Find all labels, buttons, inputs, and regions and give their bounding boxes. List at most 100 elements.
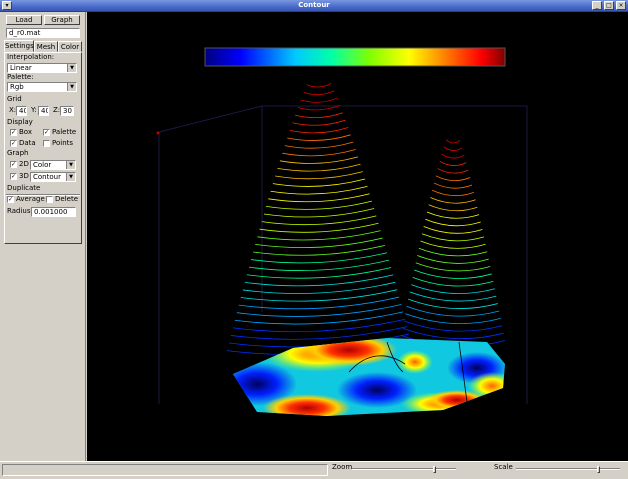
contour-line <box>420 240 486 249</box>
display-data-checkbox[interactable]: ✓ <box>10 140 17 147</box>
contour-line <box>287 134 351 141</box>
radius-label: Radius: <box>7 207 33 215</box>
minimize-button[interactable]: _ <box>592 1 602 10</box>
contour-line <box>426 211 480 219</box>
contour-line <box>425 218 481 227</box>
contour-line <box>414 269 492 279</box>
contour-line <box>439 160 467 166</box>
contour-line <box>234 311 404 325</box>
graph-2d-label: 2D <box>19 160 29 168</box>
status-bar: Zoom Scale <box>0 461 628 479</box>
grid-y-label: Y: <box>31 106 37 114</box>
contour-line <box>238 296 400 310</box>
contour-line <box>445 139 461 144</box>
tab-settings[interactable]: Settings <box>4 40 34 52</box>
contour-line <box>402 327 504 340</box>
graph-3d-checkbox[interactable]: ✓ <box>10 173 17 180</box>
delete-checkbox[interactable] <box>46 196 53 203</box>
contour-line <box>417 255 489 264</box>
scale-slider[interactable] <box>516 466 620 473</box>
contour-line <box>300 97 338 103</box>
zoom-label: Zoom <box>332 463 353 471</box>
grid-x-input[interactable]: 40 <box>16 106 27 116</box>
contour-line <box>437 168 469 174</box>
contour-line <box>421 233 485 242</box>
window-title: Contour <box>298 1 330 9</box>
delete-label: Delete <box>55 195 78 203</box>
graph-3d-mode-select[interactable]: Contour ▼ <box>30 172 76 182</box>
graph-button[interactable]: Graph <box>44 15 80 25</box>
graph-2d-mode-value: Color <box>33 161 52 169</box>
contour-line <box>292 119 346 126</box>
graph-3d-mode-value: Contour <box>33 173 61 181</box>
scale-slider-thumb[interactable] <box>597 466 600 473</box>
graph-2d-checkbox[interactable]: ✓ <box>10 161 17 168</box>
color-map-plane <box>233 338 505 416</box>
tab-mesh[interactable]: Mesh <box>34 41 58 52</box>
contour-line <box>403 320 503 332</box>
contour-line <box>240 289 398 302</box>
contour-line <box>279 156 359 164</box>
display-label: Display <box>7 118 33 126</box>
display-box-label: Box <box>19 128 33 136</box>
contour-line <box>232 318 406 333</box>
contour-line <box>405 313 501 325</box>
zoom-slider-thumb[interactable] <box>433 466 436 473</box>
graph-2d-mode-select[interactable]: Color ▼ <box>30 160 76 170</box>
display-palette-checkbox[interactable]: ✓ <box>43 129 50 136</box>
interpolation-label: Interpolation: <box>7 53 55 61</box>
tab-color[interactable]: Color <box>58 41 82 52</box>
contour-line <box>268 193 370 203</box>
display-data-label: Data <box>19 139 36 147</box>
title-bar[interactable]: ▾ Contour _ □ × <box>0 0 628 12</box>
radius-input[interactable]: 0.001000 <box>31 207 76 217</box>
contour-line <box>277 163 361 172</box>
contour-line <box>441 153 465 159</box>
contour-line <box>415 262 491 272</box>
surface-plot[interactable] <box>87 12 628 461</box>
color-palette-bar <box>204 47 506 67</box>
maximize-button[interactable]: □ <box>604 1 614 10</box>
chevron-down-icon[interactable]: ▼ <box>67 83 76 91</box>
file-name-field[interactable]: d_r0.mat <box>6 28 80 38</box>
chevron-down-icon[interactable]: ▼ <box>66 173 75 181</box>
contour-line <box>289 127 349 134</box>
chevron-down-icon[interactable]: ▼ <box>67 64 76 72</box>
zoom-slider-track <box>352 468 456 470</box>
graph-3d-label: 3D <box>19 172 29 180</box>
contour-line <box>295 112 343 118</box>
average-checkbox[interactable]: ✓ <box>7 196 14 203</box>
contour-line <box>230 326 408 340</box>
interpolation-value: Linear <box>10 64 32 72</box>
grid-y-input[interactable]: 40 <box>38 106 49 116</box>
contour-line <box>418 247 488 257</box>
load-button[interactable]: Load <box>6 15 42 25</box>
display-palette-label: Palette <box>52 128 77 136</box>
scale-label: Scale <box>494 463 513 471</box>
contour-line <box>270 185 368 195</box>
zoom-slider[interactable] <box>352 466 456 473</box>
contour-line <box>284 141 354 149</box>
axis-origin-marker <box>156 131 160 135</box>
palette-label: Palette: <box>7 73 34 81</box>
display-box-checkbox[interactable]: ✓ <box>10 129 17 136</box>
contour-lines <box>226 83 506 356</box>
chevron-down-icon[interactable]: ▼ <box>66 161 75 169</box>
grid-z-input[interactable]: 30 <box>60 106 74 116</box>
contour-line <box>435 175 471 181</box>
interpolation-select[interactable]: Linear ▼ <box>7 63 77 73</box>
contour-line <box>282 149 356 157</box>
contour-line <box>406 305 500 317</box>
palette-select[interactable]: Rgb ▼ <box>7 82 77 92</box>
contour-line <box>306 83 332 88</box>
graph-label: Graph <box>7 149 29 157</box>
contour-line <box>266 200 372 210</box>
contour-line <box>236 304 402 317</box>
contour-line <box>263 208 375 218</box>
grid-label: Grid <box>7 95 22 103</box>
panel-tabs: Settings Mesh Color <box>4 40 82 52</box>
plot-viewport[interactable] <box>87 12 628 461</box>
close-button[interactable]: × <box>616 1 626 10</box>
display-points-checkbox[interactable] <box>43 140 50 147</box>
average-label: Average <box>16 195 45 203</box>
